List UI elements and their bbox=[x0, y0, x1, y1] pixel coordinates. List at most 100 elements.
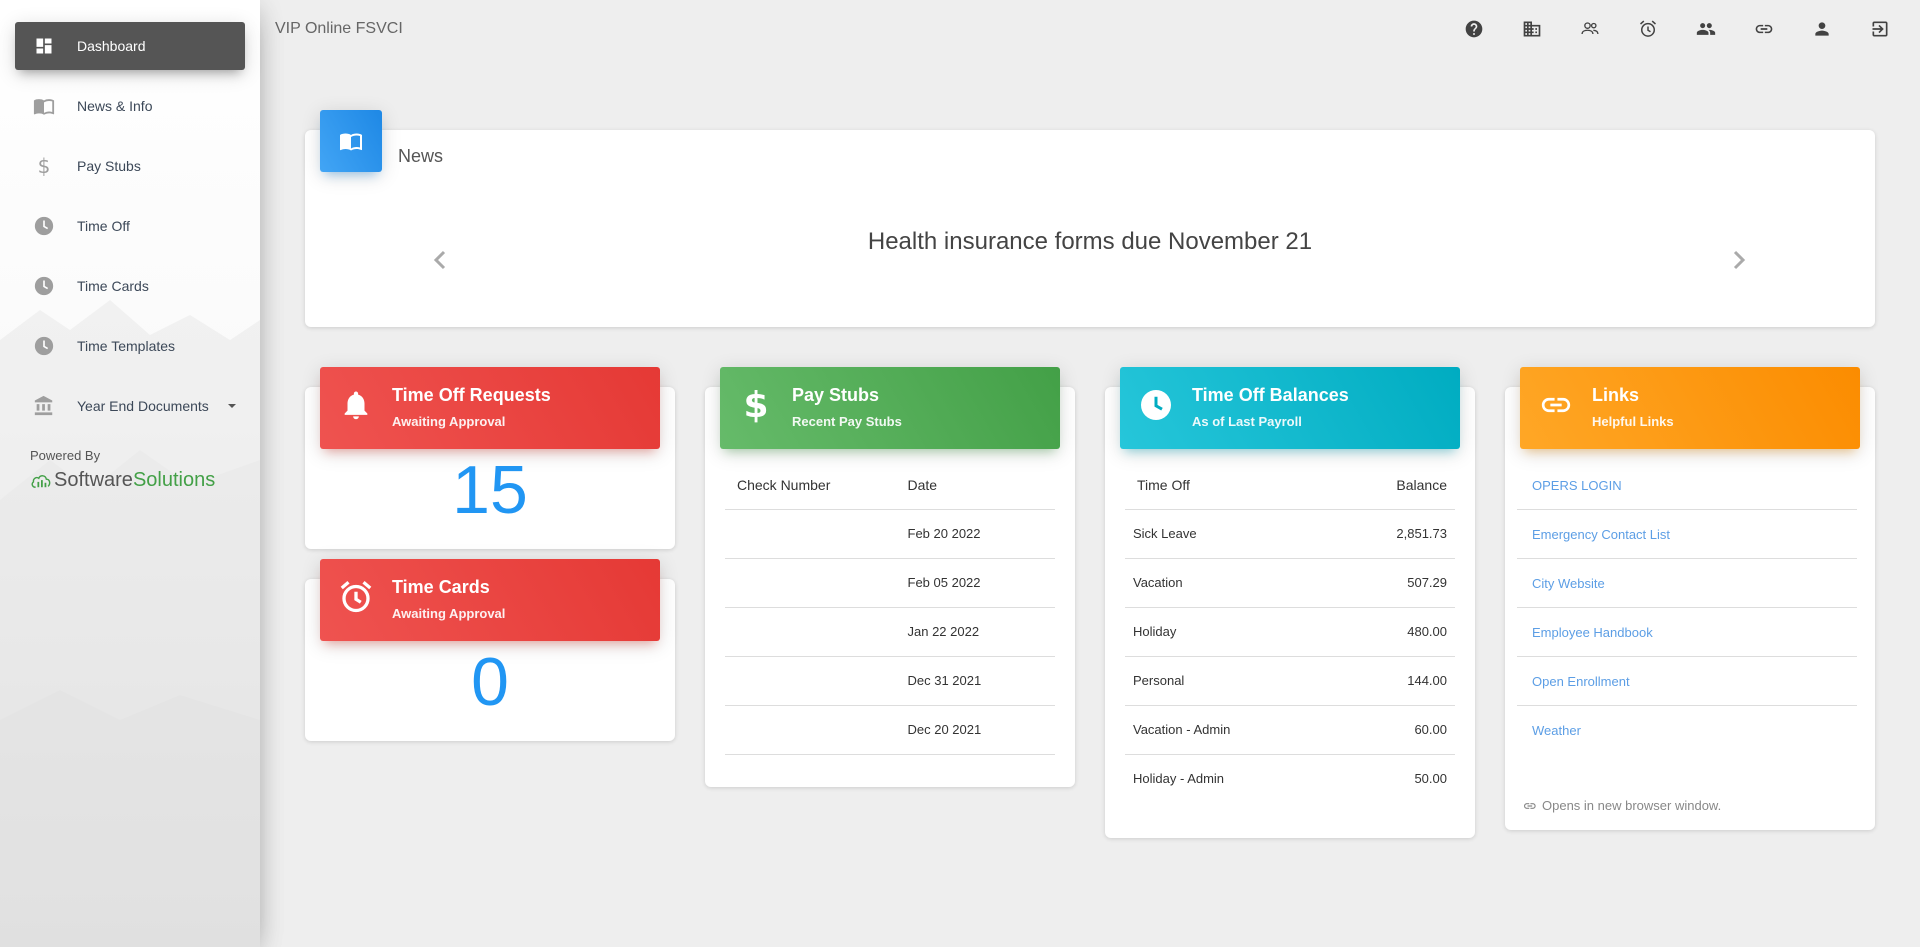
link-emergency-contact-list[interactable]: Emergency Contact List bbox=[1517, 510, 1857, 559]
bell-icon bbox=[334, 383, 378, 427]
alarm-icon[interactable] bbox=[1636, 17, 1660, 41]
pay-stub-date[interactable]: Jan 22 2022 bbox=[906, 607, 1055, 657]
news-headline: Health insurance forms due November 21 bbox=[867, 228, 1313, 255]
small-link-icon bbox=[1524, 802, 1536, 809]
logout-icon[interactable] bbox=[1868, 17, 1892, 41]
time-off-requests-header: Time Off Requests Awaiting Approval bbox=[320, 367, 660, 449]
pay-stubs-table-wrap: Check Number Date Feb 20 2022 Feb 05 202… bbox=[725, 461, 1055, 755]
building-icon[interactable] bbox=[1520, 17, 1544, 41]
link-open-enrollment[interactable]: Open Enrollment bbox=[1517, 657, 1857, 706]
sidebar-item-label: Time Off bbox=[77, 218, 130, 234]
sidebar-item-year-end-documents[interactable]: Year End Documents bbox=[15, 382, 245, 430]
person-icon[interactable] bbox=[1810, 17, 1834, 41]
clock-icon bbox=[1134, 383, 1178, 427]
news-header-icon-box bbox=[320, 110, 382, 172]
pay-stub-date[interactable]: Dec 31 2021 bbox=[906, 656, 1055, 706]
sidebar-item-label: Dashboard bbox=[77, 38, 146, 54]
time-off-balances-table: Time Off Balance Sick Leave 2,851.73 Vac… bbox=[1125, 461, 1455, 803]
table-row: Holiday 480.00 bbox=[1125, 607, 1455, 657]
pay-stub-date[interactable]: Feb 20 2022 bbox=[906, 509, 1055, 559]
sidebar-item-time-cards[interactable]: Time Cards bbox=[15, 262, 245, 310]
sidebar-item-time-off[interactable]: Time Off bbox=[15, 202, 245, 250]
brand-name-part2: Solutions bbox=[132, 469, 216, 491]
table-row[interactable]: Jan 22 2022 bbox=[725, 607, 1055, 657]
time-off-type: Vacation - Admin bbox=[1125, 705, 1337, 755]
brand-name-part1: Software bbox=[54, 469, 133, 491]
pay-stubs-header: $ Pay Stubs Recent Pay Stubs bbox=[720, 367, 1060, 449]
topbar: VIP Online FSVCI bbox=[260, 0, 1920, 58]
time-cards-count[interactable]: 0 bbox=[305, 643, 675, 721]
table-row[interactable]: Feb 20 2022 bbox=[725, 509, 1055, 559]
link-city-website[interactable]: City Website bbox=[1517, 559, 1857, 608]
pay-stubs-table: Check Number Date Feb 20 2022 Feb 05 202… bbox=[725, 461, 1055, 755]
pay-stubs-title: Pay Stubs bbox=[792, 385, 880, 405]
links-footer-note: Opens in new browser window. bbox=[1524, 798, 1721, 813]
time-off-type: Holiday bbox=[1125, 607, 1337, 657]
time-cards-title: Time Cards bbox=[392, 577, 490, 597]
link-icon[interactable] bbox=[1752, 17, 1776, 41]
news-next-button[interactable] bbox=[1727, 248, 1751, 272]
sidebar-item-pay-stubs[interactable]: $ Pay Stubs bbox=[15, 142, 245, 190]
pay-stub-check-number bbox=[725, 607, 907, 657]
table-row[interactable]: Feb 05 2022 bbox=[725, 558, 1055, 608]
pay-stubs-subtitle: Recent Pay Stubs bbox=[792, 414, 902, 429]
time-off-balances-subtitle: As of Last Payroll bbox=[1192, 414, 1302, 429]
table-row: Personal 144.00 bbox=[1125, 656, 1455, 706]
dollar-icon: $ bbox=[743, 384, 769, 426]
time-cards-card[interactable]: Time Cards Awaiting Approval 0 bbox=[305, 559, 675, 741]
news-title: News bbox=[398, 146, 444, 166]
column-header-time-off: Time Off bbox=[1125, 461, 1337, 510]
dollar-icon: $ bbox=[37, 154, 51, 178]
powered-by-label: Powered By bbox=[30, 448, 101, 463]
table-row[interactable]: Dec 20 2021 bbox=[725, 705, 1055, 754]
links-header: Links Helpful Links bbox=[1520, 367, 1860, 449]
time-off-balances-title: Time Off Balances bbox=[1192, 385, 1349, 405]
clock-icon bbox=[32, 214, 56, 238]
sidebar: Dashboard News & Info $ Pay Stubs Time O… bbox=[0, 0, 260, 947]
app-title: VIP Online FSVCI bbox=[275, 20, 403, 37]
time-off-balance-value: 2,851.73 bbox=[1336, 509, 1455, 559]
links-footer-text: Opens in new browser window. bbox=[1542, 798, 1722, 813]
sidebar-item-news-info[interactable]: News & Info bbox=[15, 82, 245, 130]
pay-stub-check-number bbox=[725, 705, 907, 754]
table-row: Holiday - Admin 50.00 bbox=[1125, 754, 1455, 803]
column-header-date: Date bbox=[906, 461, 1055, 510]
time-off-balance-value: 60.00 bbox=[1336, 705, 1455, 755]
links-list: OPERS LOGIN Emergency Contact List City … bbox=[1517, 461, 1857, 755]
column-header-balance: Balance bbox=[1336, 461, 1455, 510]
sidebar-item-label: Pay Stubs bbox=[77, 158, 141, 174]
time-off-balance-value: 480.00 bbox=[1336, 607, 1455, 657]
time-off-type: Personal bbox=[1125, 656, 1337, 706]
link-icon bbox=[1534, 383, 1578, 427]
sidebar-item-time-templates[interactable]: Time Templates bbox=[15, 322, 245, 370]
dashboard-icon bbox=[32, 34, 56, 58]
pay-stub-date[interactable]: Feb 05 2022 bbox=[906, 558, 1055, 608]
link-employee-handbook[interactable]: Employee Handbook bbox=[1517, 608, 1857, 657]
pay-stub-date[interactable]: Dec 20 2021 bbox=[907, 705, 1056, 754]
time-off-requests-subtitle: Awaiting Approval bbox=[392, 414, 506, 429]
software-solutions-logo: Software Solutions bbox=[30, 469, 260, 492]
pay-stubs-card: $ Pay Stubs Recent Pay Stubs Check Numbe… bbox=[705, 367, 1075, 787]
time-off-requests-count[interactable]: 15 bbox=[305, 451, 675, 529]
time-off-requests-card[interactable]: Time Off Requests Awaiting Approval 15 bbox=[305, 367, 675, 549]
sidebar-item-label: Year End Documents bbox=[77, 398, 209, 414]
time-off-balance-value: 144.00 bbox=[1336, 656, 1455, 706]
help-icon[interactable] bbox=[1462, 17, 1486, 41]
group-outline-icon[interactable] bbox=[1578, 17, 1602, 41]
clock-icon bbox=[32, 334, 56, 358]
pay-stub-check-number bbox=[725, 509, 907, 559]
table-row: Sick Leave 2,851.73 bbox=[1125, 509, 1455, 559]
sidebar-item-dashboard[interactable]: Dashboard bbox=[15, 22, 245, 70]
table-row[interactable]: Dec 31 2021 bbox=[725, 656, 1055, 706]
time-off-balance-value: 507.29 bbox=[1336, 558, 1455, 608]
people-icon[interactable] bbox=[1694, 17, 1718, 41]
chevron-right-icon bbox=[1733, 250, 1746, 270]
pay-stub-check-number bbox=[725, 656, 907, 706]
link-opers-login[interactable]: OPERS LOGIN bbox=[1517, 461, 1857, 510]
time-off-balance-value: 50.00 bbox=[1414, 771, 1447, 787]
time-off-balances-header: Time Off Balances As of Last Payroll bbox=[1120, 367, 1460, 449]
link-weather[interactable]: Weather bbox=[1517, 706, 1857, 755]
time-cards-subtitle: Awaiting Approval bbox=[392, 606, 506, 621]
column-header-check-number: Check Number bbox=[725, 461, 907, 510]
alarm-icon bbox=[334, 575, 378, 619]
